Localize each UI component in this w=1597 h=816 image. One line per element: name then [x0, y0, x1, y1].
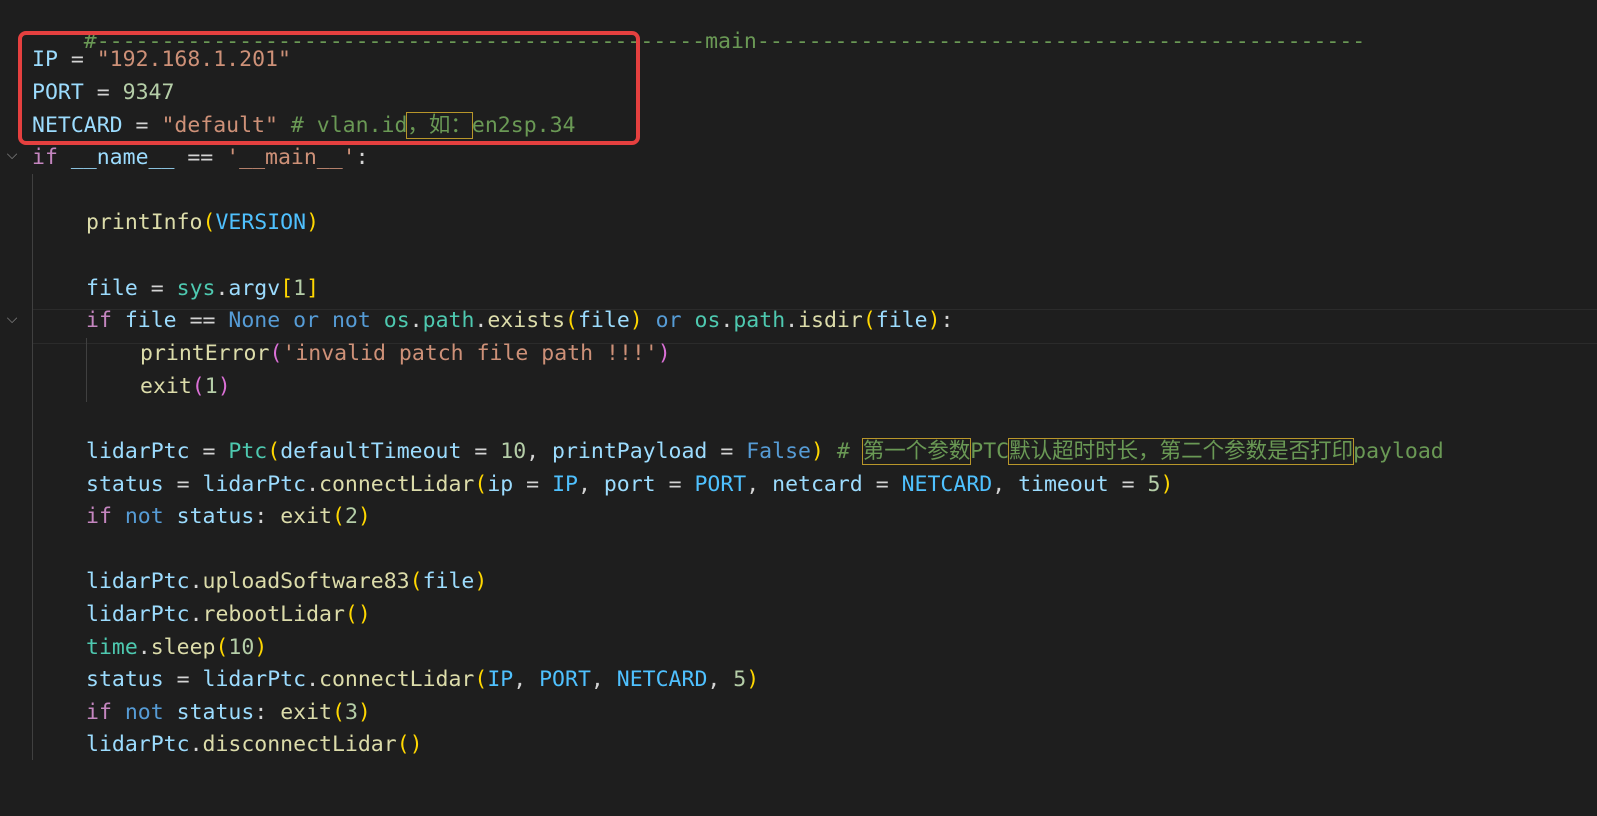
ptc-comment-ptc: PTC	[970, 439, 1010, 464]
lidar-variable: lidarPtc	[86, 439, 190, 464]
default-timeout-param: defaultTimeout	[280, 439, 462, 464]
main-string: '__main__'	[226, 145, 356, 170]
disconnect-call: disconnectLidar	[202, 732, 397, 757]
code-line-if-file: if file == None or not os.path.exists(fi…	[86, 308, 954, 333]
lidar-variable: lidarPtc	[202, 667, 307, 692]
isdir-call: isdir	[798, 308, 863, 333]
code-line-connect-kw: status = lidarPtc.connectLidar(ip = IP, …	[86, 472, 1174, 497]
exit-code: 2	[344, 504, 358, 529]
status-variable: status	[86, 667, 164, 692]
dunder-name: __name__	[70, 145, 175, 170]
netcard-constant: NETCARD	[616, 667, 708, 692]
file-variable: file	[875, 308, 928, 333]
os-module: os	[383, 308, 410, 333]
indent-guide-level-2	[86, 338, 87, 402]
path-attribute: path	[422, 308, 475, 333]
path-attribute: path	[733, 308, 786, 333]
exit-call: exit	[140, 374, 192, 399]
ptc-comment-cjk-2: 默认超时时长，第二个参数是否打印	[1008, 438, 1355, 465]
sleep-call: sleep	[150, 635, 216, 660]
os-module: os	[694, 308, 721, 333]
keyword-if: if	[86, 504, 112, 529]
false-keyword: False	[746, 439, 811, 464]
ptc-comment-hash: #	[836, 439, 863, 464]
keyword-if: if	[86, 700, 112, 725]
code-line-if-main: if __name__ == '__main__':	[32, 145, 369, 170]
keyword-or: or	[293, 308, 320, 333]
chevron-down-icon[interactable]: ⌵	[4, 147, 20, 163]
keyword-not: not	[331, 308, 371, 333]
timeout-param: timeout	[1018, 472, 1109, 497]
print-payload-param: printPayload	[552, 439, 708, 464]
error-message-string: 'invalid patch file path !!!'	[282, 341, 658, 366]
sys-module: sys	[176, 276, 216, 301]
connect-call: connectLidar	[319, 472, 475, 497]
status-variable: status	[176, 504, 255, 529]
port-constant: PORT	[539, 667, 591, 692]
ip-param: ip	[487, 472, 514, 497]
sleep-value: 10	[228, 635, 255, 660]
lidar-variable: lidarPtc	[86, 732, 190, 757]
port-param: port	[603, 472, 656, 497]
exit-call: exit	[280, 700, 332, 725]
indent-guide-level-1	[32, 174, 33, 760]
argv-index: 1	[293, 276, 307, 301]
keyword-if: if	[86, 308, 112, 333]
printinfo-call: printInfo	[86, 210, 203, 235]
file-variable: file	[124, 308, 177, 333]
ip-constant: IP	[552, 472, 578, 497]
version-constant: VERSION	[215, 210, 307, 235]
lidar-variable: lidarPtc	[202, 472, 307, 497]
timeout-value: 5	[1147, 472, 1161, 497]
ip-constant: IP	[487, 667, 514, 692]
code-line-disconnect: lidarPtc.disconnectLidar()	[86, 732, 423, 757]
keyword-or: or	[655, 308, 682, 333]
exit-call: exit	[280, 504, 332, 529]
annotation-highlight-box	[18, 31, 640, 145]
status-variable: status	[86, 472, 164, 497]
netcard-param: netcard	[772, 472, 863, 497]
code-line-exit-1: exit(1)	[140, 374, 231, 399]
code-line-ptc-init: lidarPtc = Ptc(defaultTimeout = 10, prin…	[86, 438, 1444, 465]
port-constant: PORT	[694, 472, 747, 497]
exit-code: 1	[204, 374, 218, 399]
code-line-upload: lidarPtc.uploadSoftware83(file)	[86, 569, 488, 594]
ptc-comment-payload: payload	[1353, 439, 1444, 464]
default-timeout-value: 10	[500, 439, 527, 464]
code-line-check-3: if not status: exit(3)	[86, 700, 371, 725]
ptc-comment-cjk-1: 第一个参数	[861, 438, 972, 465]
time-module: time	[86, 635, 138, 660]
lidar-variable: lidarPtc	[86, 569, 190, 594]
code-line-file-assign: file = sys.argv[1]	[86, 276, 320, 301]
reboot-call: rebootLidar	[202, 602, 345, 627]
exists-call: exists	[487, 308, 566, 333]
keyword-not: not	[124, 700, 164, 725]
code-line-reboot: lidarPtc.rebootLidar()	[86, 602, 371, 627]
printerror-call: printError	[140, 341, 270, 366]
none-keyword: None	[228, 308, 281, 333]
code-editor[interactable]: ⌵ ⌵ #-----------------------------------…	[0, 0, 1597, 816]
file-variable: file	[86, 276, 138, 301]
chevron-down-icon[interactable]: ⌵	[4, 311, 20, 327]
lidar-variable: lidarPtc	[86, 602, 190, 627]
code-line-check-2: if not status: exit(2)	[86, 504, 371, 529]
timeout-value: 5	[733, 667, 747, 692]
code-line-separator: #---------------------------------------…	[32, 0, 1365, 54]
file-variable: file	[577, 308, 630, 333]
connect-call: connectLidar	[319, 667, 475, 692]
code-line-sleep: time.sleep(10)	[86, 635, 268, 660]
code-line-printerror: printError('invalid patch file path !!!'…	[140, 341, 671, 366]
status-variable: status	[176, 700, 255, 725]
upload-call: uploadSoftware83	[202, 569, 410, 594]
netcard-constant: NETCARD	[901, 472, 993, 497]
keyword-not: not	[124, 504, 164, 529]
ptc-class: Ptc	[228, 439, 268, 464]
argv-attribute: argv	[228, 276, 281, 301]
code-line-connect-pos: status = lidarPtc.connectLidar(IP, PORT,…	[86, 667, 760, 692]
file-variable: file	[422, 569, 475, 594]
exit-code: 3	[344, 700, 358, 725]
keyword-if: if	[32, 145, 58, 170]
code-line-printinfo: printInfo(VERSION)	[86, 210, 320, 235]
